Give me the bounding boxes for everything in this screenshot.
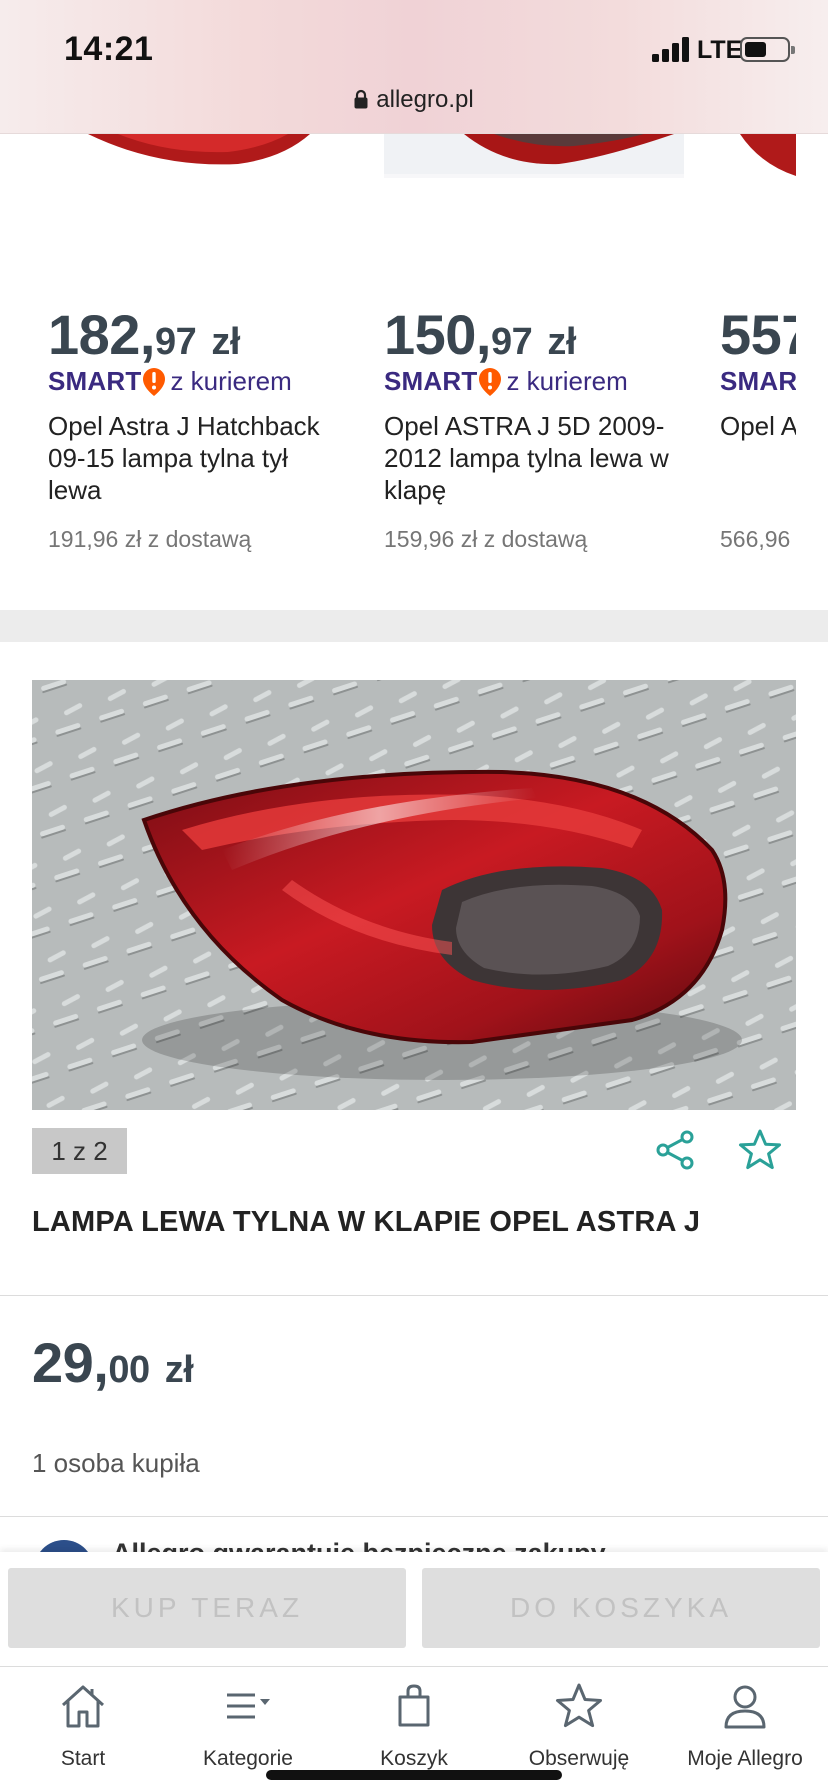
offer-image <box>720 134 796 178</box>
offer-title[interactable]: Opel ASTRA J 5D 2009-2012 lampa tylna le… <box>384 410 672 506</box>
user-icon <box>724 1685 766 1729</box>
offer-image <box>48 134 348 178</box>
network-type: LTE <box>697 36 743 64</box>
tab-label: Moje Allegro <box>687 1747 803 1770</box>
offer-title[interactable]: Opel Astra J Hatchback 09-15 lampa tylna… <box>48 410 336 506</box>
tab-start[interactable]: Start <box>0 1667 166 1792</box>
smart-badge-icon <box>143 367 166 396</box>
status-bar: 14:21 LTE allegro.pl <box>0 0 828 134</box>
offer-title[interactable]: Opel A 2009 la lewa V <box>720 410 796 442</box>
offer-delivery-price: 566,96 <box>720 526 791 552</box>
smart-courier-label: z kurierem <box>170 366 292 396</box>
watch-button[interactable] <box>738 1128 782 1172</box>
divider <box>0 1295 828 1296</box>
offer-price: 150,97 zł <box>384 303 576 366</box>
share-icon <box>656 1130 694 1170</box>
signal-icon <box>652 36 690 62</box>
smart-logo: SMART <box>384 366 478 396</box>
star-icon <box>739 1129 781 1170</box>
offer-price: 182,97 zł <box>48 303 240 366</box>
offer-delivery-price: 191,96 zł z dostawą <box>48 526 252 552</box>
share-button[interactable] <box>654 1128 698 1172</box>
gallery-counter: 1 z 2 <box>32 1128 127 1174</box>
tab-label: Koszyk <box>380 1747 448 1770</box>
tab-label: Start <box>60 1747 106 1770</box>
smart-logo: SMART <box>48 366 142 396</box>
guarantee-banner[interactable]: Allegro gwarantuje bezpieczne zakupy <box>0 1520 828 1556</box>
buy-now-button[interactable]: KUP TERAZ <box>8 1568 406 1648</box>
offer-card[interactable]: 182,97 zł SMART z kurierem Opel Astra J H… <box>48 134 348 610</box>
smart-delivery: SMART z kurierem <box>48 366 292 400</box>
smart-courier-label: z kurierem <box>506 366 628 396</box>
lock-icon <box>354 89 368 109</box>
action-bar: KUP TERAZ DO KOSZYKA <box>0 1552 828 1666</box>
buyers-count: 1 osoba kupiła <box>32 1448 200 1478</box>
home-icon <box>61 1685 105 1728</box>
star-icon <box>556 1683 602 1728</box>
divider <box>0 1516 828 1517</box>
cart-icon <box>398 1684 430 1727</box>
add-to-cart-button[interactable]: DO KOSZYKA <box>422 1568 820 1648</box>
address-bar[interactable]: allegro.pl <box>0 86 828 114</box>
tab-moje-allegro[interactable]: Moje Allegro <box>662 1667 828 1792</box>
home-indicator[interactable] <box>266 1770 562 1780</box>
tab-label: Obserwuję <box>528 1747 630 1770</box>
battery-icon <box>740 37 795 62</box>
categories-icon <box>227 1693 270 1719</box>
offer-price: 557 <box>720 303 796 366</box>
section-divider <box>0 610 828 642</box>
offer-card[interactable]: 150,97 zł SMART z kurierem Opel ASTRA J 5… <box>384 134 684 610</box>
url-text: allegro.pl <box>376 86 474 113</box>
offer-card[interactable]: 557 SMAR Opel A 2009 la lewa V 566,96 <box>720 134 796 610</box>
status-time: 14:21 <box>64 30 154 68</box>
offer-image <box>384 134 684 178</box>
product-price: 29,00 zł <box>32 1331 194 1394</box>
smart-delivery: SMART z kurierem <box>384 366 628 400</box>
smart-delivery: SMAR <box>720 366 796 400</box>
product-image[interactable] <box>32 680 796 1110</box>
smart-badge-icon <box>479 367 502 396</box>
related-offers-carousel[interactable]: 182,97 zł SMART z kurierem Opel Astra J H… <box>0 134 828 610</box>
tab-label: Kategorie <box>203 1747 293 1770</box>
offer-delivery-price: 159,96 zł z dostawą <box>384 526 588 552</box>
smart-logo: SMAR <box>720 366 796 396</box>
product-title: LAMPA LEWA TYLNA W KLAPIE OPEL ASTRA J <box>32 1206 701 1238</box>
